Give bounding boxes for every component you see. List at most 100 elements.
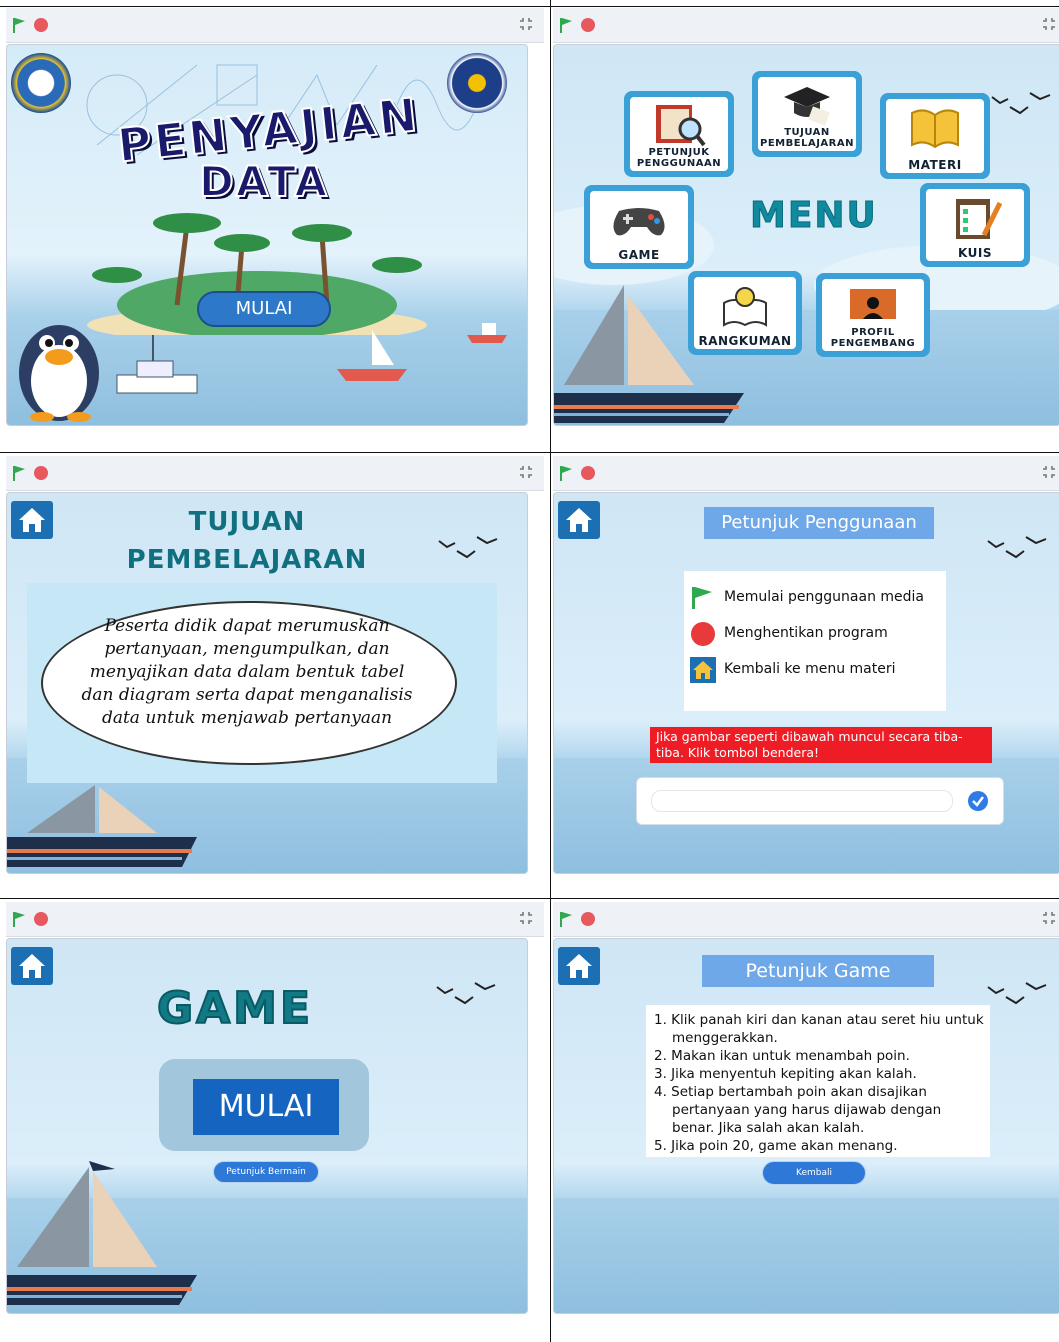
fullscreen-icon[interactable] <box>518 464 534 480</box>
instruction-step: 3. Jika menyentuh kepiting akan kalah. <box>654 1066 917 1082</box>
green-flag-icon[interactable] <box>12 911 26 927</box>
check-circle-icon <box>968 791 988 811</box>
instruction-step: 4. Setiap bertambah poin akan disajikan … <box>654 1084 942 1136</box>
sailboat-illustration <box>7 785 197 867</box>
fullscreen-icon[interactable] <box>1041 16 1057 32</box>
menu-button-tujuan[interactable]: TUJUAN PEMBELAJARAN <box>752 71 862 157</box>
stop-icon[interactable] <box>581 18 595 32</box>
sailboat-illustration <box>7 1161 197 1305</box>
menu-button-label: KUIS <box>958 246 992 260</box>
stop-icon[interactable] <box>581 912 595 926</box>
menu-button-label: PROFIL PENGEMBANG <box>830 327 916 349</box>
stage-toolbar <box>553 902 1059 937</box>
stage-toolbar <box>553 8 1059 43</box>
penguin-mascot <box>19 325 99 422</box>
stop-icon[interactable] <box>34 912 48 926</box>
legend-item: Memulai penggunaan media <box>724 589 924 605</box>
birds-icon <box>438 536 498 559</box>
instruction-step: 5. Jika poin 20, game akan menang. <box>654 1138 898 1154</box>
menu-button-profil[interactable]: PROFIL PENGEMBANG <box>816 273 930 357</box>
stage: TUJUAN PEMBELAJARAN Peserta didik dapat … <box>6 492 528 874</box>
stop-icon[interactable] <box>34 18 48 32</box>
page-title-line1: TUJUAN <box>188 507 306 537</box>
red-sailboat <box>337 330 407 381</box>
green-flag-icon[interactable] <box>559 911 573 927</box>
clipboard-icon <box>956 199 1002 239</box>
stop-icon[interactable] <box>34 466 48 480</box>
small-boat <box>467 323 507 343</box>
stage: GAME MULAI Petunjuk Bermain <box>6 938 528 1314</box>
legend-item: Menghentikan program <box>724 625 888 641</box>
home-icon <box>566 954 592 978</box>
birds-icon <box>987 536 1047 559</box>
stage-toolbar <box>6 456 544 491</box>
tujuan-screen: TUJUAN PEMBELAJARAN Peserta didik dapat … <box>6 456 544 894</box>
menu-button-rangkuman[interactable]: RANGKUMAN <box>688 271 802 355</box>
presenter-icon <box>850 289 896 319</box>
instructions-list: 1. Klik panah kiri dan kanan atau seret … <box>654 1011 984 1155</box>
green-flag-icon[interactable] <box>559 465 573 481</box>
menu-button-petunjuk[interactable]: PETUNJUK PENGGUNAAN <box>624 91 734 177</box>
green-flag-icon[interactable] <box>559 17 573 33</box>
birds-icon <box>436 982 496 1005</box>
page-title-line2: PEMBELAJARAN <box>126 545 368 575</box>
game-help-button[interactable]: Petunjuk Bermain <box>213 1161 319 1183</box>
birds-icon <box>987 982 1047 1005</box>
petunjuk-screen: Petunjuk Penggunaan Memulai penggunaan m… <box>553 456 1059 894</box>
university-logo <box>447 53 507 113</box>
menu-screen: PETUNJUK PENGGUNAAN TUJUAN PEMBELAJARAN … <box>553 8 1059 446</box>
gamepad-icon <box>613 208 665 236</box>
home-button[interactable] <box>11 947 53 985</box>
home-icon <box>19 954 45 978</box>
stop-octagon-icon <box>691 622 715 646</box>
home-button[interactable] <box>558 501 600 539</box>
stage: Petunjuk Game 1. Klik panah kiri dan kan… <box>553 938 1059 1314</box>
home-icon <box>690 657 716 683</box>
game-start-button[interactable]: MULAI <box>193 1079 339 1135</box>
instruction-step: 2. Makan ikan untuk menambah poin. <box>654 1048 910 1064</box>
fullscreen-icon[interactable] <box>1041 910 1057 926</box>
objective-text: Peserta didik dapat merumuskan pertanyaa… <box>81 616 413 728</box>
fishing-boat <box>116 335 198 394</box>
warning-note: Jika gambar seperti dibawah muncul secar… <box>650 727 992 763</box>
graduation-cap-icon <box>784 87 830 126</box>
menu-button-label: GAME <box>618 248 660 262</box>
page-title: Petunjuk Game <box>702 955 934 987</box>
guide-book-icon <box>656 105 706 147</box>
lightbulb-book-icon <box>723 287 767 327</box>
game-title: GAME <box>156 982 314 1035</box>
start-button[interactable]: MULAI <box>197 291 331 327</box>
green-flag-icon[interactable] <box>12 17 26 33</box>
back-button[interactable]: Kembali <box>762 1161 866 1185</box>
menu-button-kuis[interactable]: KUIS <box>920 183 1030 267</box>
recaptcha-box[interactable] <box>636 777 1004 825</box>
petunjuk-game-screen: Petunjuk Game 1. Klik panah kiri dan kan… <box>553 902 1059 1340</box>
menu-button-game[interactable]: GAME <box>584 185 694 269</box>
stage: PENYAJIAN DATA MULAI <box>6 44 528 426</box>
tut-wuri-logo <box>11 53 71 113</box>
stage-toolbar <box>6 902 544 937</box>
stop-icon[interactable] <box>581 466 595 480</box>
fullscreen-icon[interactable] <box>518 16 534 32</box>
stage: PETUNJUK PENGGUNAAN TUJUAN PEMBELAJARAN … <box>553 44 1059 426</box>
legend-item: Kembali ke menu materi <box>724 661 896 677</box>
title-screen: PENYAJIAN DATA MULAI <box>6 8 544 446</box>
game-screen: GAME MULAI Petunjuk Bermain <box>6 902 544 1340</box>
green-flag-icon[interactable] <box>12 465 26 481</box>
fullscreen-icon[interactable] <box>1041 464 1057 480</box>
stage-toolbar <box>6 8 544 43</box>
home-icon <box>566 508 592 532</box>
legend-panel: Memulai penggunaan media Menghentikan pr… <box>684 571 946 711</box>
sea <box>554 1198 1059 1313</box>
menu-button-materi[interactable]: MATERI <box>880 93 990 179</box>
menu-button-label: RANGKUMAN <box>698 334 792 348</box>
fullscreen-icon[interactable] <box>518 910 534 926</box>
home-button[interactable] <box>558 947 600 985</box>
instruction-step: 1. Klik panah kiri dan kanan atau seret … <box>654 1012 984 1046</box>
menu-button-label: MATERI <box>908 158 962 172</box>
page-title: Petunjuk Penggunaan <box>704 507 934 539</box>
birds-icon <box>991 92 1051 115</box>
stage-toolbar <box>553 456 1059 491</box>
stage: Petunjuk Penggunaan Memulai penggunaan m… <box>553 492 1059 874</box>
menu-button-label: TUJUAN PEMBELAJARAN <box>760 127 854 149</box>
